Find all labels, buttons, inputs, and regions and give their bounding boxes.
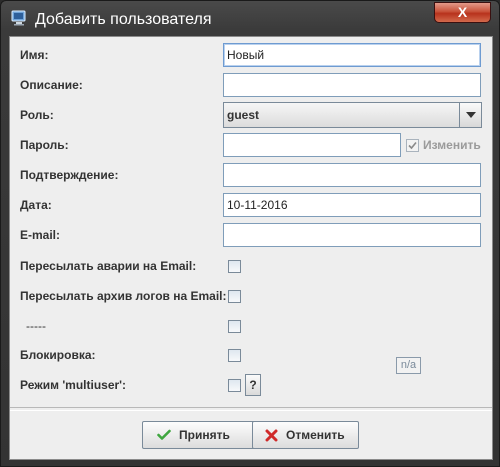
window-title: Добавить пользователя bbox=[35, 11, 212, 28]
multiuser-label: Режим 'multiuser': bbox=[20, 378, 127, 392]
name-input[interactable]: Новый bbox=[223, 43, 481, 67]
role-select-value: guest bbox=[227, 108, 260, 122]
date-input[interactable]: 10-11-2016 bbox=[223, 193, 481, 217]
block-checkbox[interactable] bbox=[228, 349, 241, 362]
password-label: Пароль: bbox=[20, 138, 69, 152]
forward-alarms-label: Пересылать аварии на Email: bbox=[20, 259, 197, 273]
check-icon bbox=[157, 429, 171, 440]
dashes-checkbox[interactable] bbox=[228, 320, 241, 333]
accept-button[interactable]: Принять bbox=[142, 421, 256, 449]
name-label: Имя: bbox=[20, 48, 49, 62]
separator bbox=[10, 407, 492, 411]
checkmark-icon bbox=[408, 141, 417, 150]
role-label: Роль: bbox=[20, 108, 54, 122]
multiuser-checkbox[interactable] bbox=[228, 379, 241, 392]
password-input[interactable] bbox=[223, 133, 401, 157]
dashes-label: ----- bbox=[26, 319, 46, 333]
forward-logs-checkbox[interactable] bbox=[228, 290, 241, 303]
block-label: Блокировка: bbox=[20, 348, 96, 362]
forward-alarms-checkbox[interactable] bbox=[228, 260, 241, 273]
cancel-button[interactable]: Отменить bbox=[252, 421, 359, 449]
description-input[interactable] bbox=[223, 73, 481, 97]
multiuser-help-button[interactable]: ? bbox=[245, 374, 261, 396]
chevron-down-icon bbox=[466, 112, 476, 118]
role-select[interactable]: guest bbox=[223, 102, 482, 128]
close-icon: X bbox=[457, 4, 468, 20]
role-dropdown-button[interactable] bbox=[459, 103, 481, 127]
change-password-checkbox[interactable] bbox=[406, 139, 419, 152]
close-button[interactable]: X bbox=[434, 2, 491, 23]
dialog-window: Добавить пользователя X Имя: Новый Описа… bbox=[0, 0, 500, 467]
x-icon bbox=[265, 429, 278, 442]
app-icon bbox=[11, 10, 27, 26]
confirm-label: Подтверждение: bbox=[20, 168, 119, 182]
description-label: Описание: bbox=[20, 78, 83, 92]
accept-button-label: Принять bbox=[179, 428, 230, 442]
form-panel: Имя: Новый Описание: Роль: guest Пароль:… bbox=[9, 36, 493, 460]
na-badge: n/a bbox=[396, 357, 421, 374]
confirm-password-input[interactable] bbox=[223, 163, 481, 187]
email-label: E-mail: bbox=[20, 228, 61, 242]
cancel-button-label: Отменить bbox=[286, 428, 345, 442]
forward-logs-label: Пересылать архив логов на Email: bbox=[20, 289, 227, 303]
date-label: Дата: bbox=[20, 198, 52, 212]
email-input[interactable] bbox=[223, 223, 481, 247]
title-bar[interactable]: Добавить пользователя X bbox=[1, 1, 500, 37]
change-password-label: Изменить bbox=[423, 138, 481, 152]
